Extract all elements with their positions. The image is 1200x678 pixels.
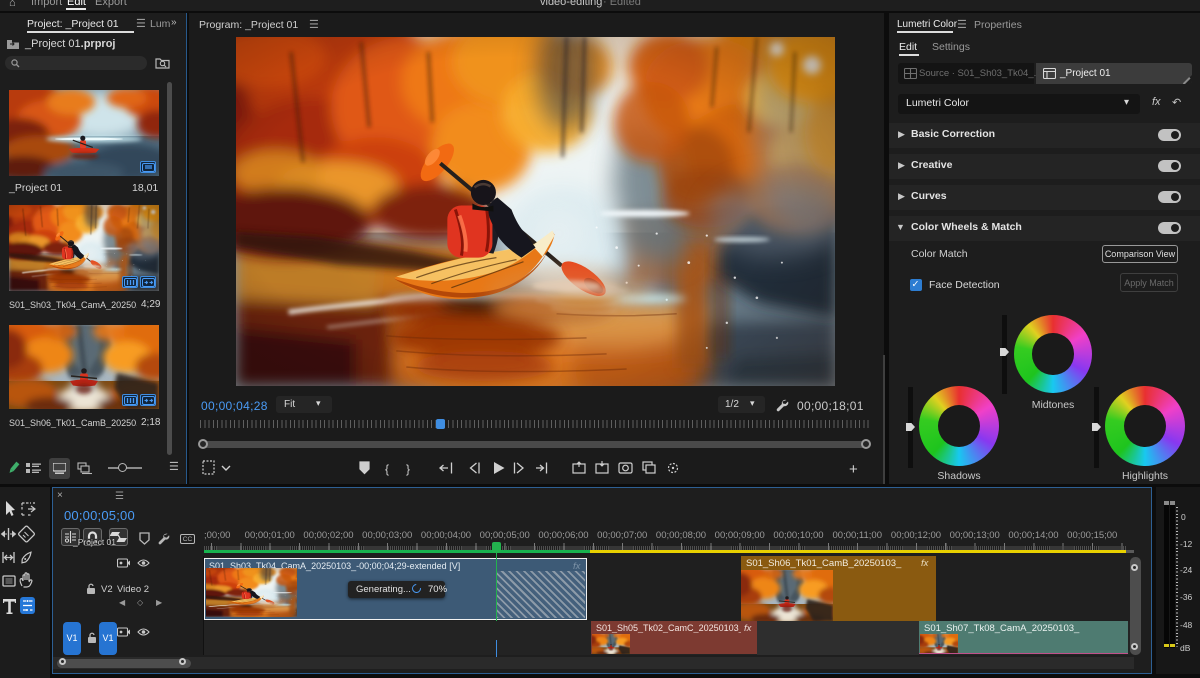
svg-text:{: { <box>385 462 389 476</box>
svg-text:+: + <box>849 461 858 478</box>
svg-text:}: } <box>406 462 410 476</box>
